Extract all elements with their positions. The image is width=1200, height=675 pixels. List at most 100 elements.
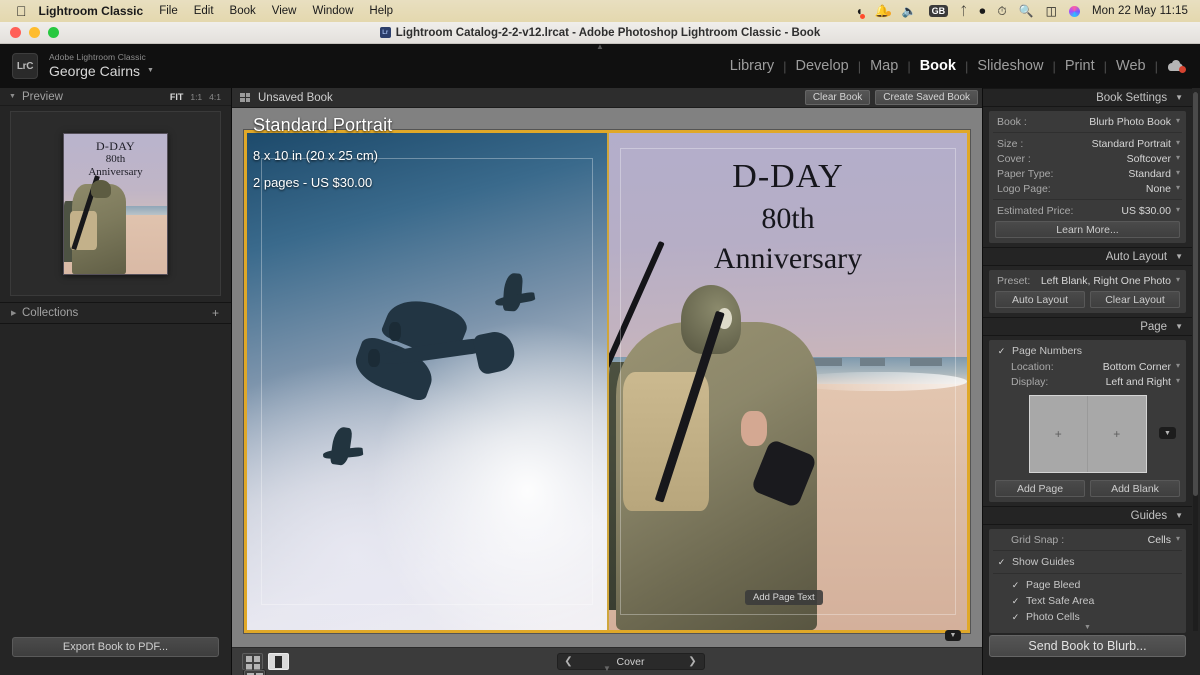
send-book-to-blurb-button[interactable]: Send Book to Blurb... (989, 635, 1186, 657)
auto-layout-preset-row[interactable]: Preset: Left Blank, Right One Photo ▾ (989, 273, 1186, 288)
stepper-icon[interactable]: ▾ (1176, 535, 1180, 544)
page-numbers-checkbox-row[interactable]: ✓ Page Numbers (989, 343, 1186, 359)
menu-help[interactable]: Help (369, 5, 393, 17)
wifi-icon[interactable]: ⏺ (979, 4, 985, 19)
zoom-1to1[interactable]: 1:1 (190, 92, 202, 102)
zoom-fit[interactable]: FIT (170, 92, 184, 102)
single-page-view-icon[interactable] (268, 653, 289, 670)
checkmark-icon[interactable]: ✓ (1011, 596, 1020, 606)
text-safe-area-checkbox-row[interactable]: ✓ Text Safe Area (989, 593, 1186, 609)
book-size-row[interactable]: Size : Standard Portrait ▾ (989, 136, 1186, 151)
page-navigator[interactable]: ❮ Cover ❯ (556, 653, 705, 670)
stepper-icon[interactable]: ▾ (1176, 154, 1180, 163)
menu-window[interactable]: Window (312, 5, 353, 17)
show-guides-checkbox-row[interactable]: ✓ Show Guides (989, 554, 1186, 570)
stepper-icon[interactable]: ▾ (1176, 139, 1180, 148)
spread-view-icon[interactable] (244, 670, 265, 675)
clear-layout-button[interactable]: Clear Layout (1090, 291, 1180, 308)
triangle-right-icon[interactable]: ▶ (11, 309, 16, 317)
module-develop[interactable]: Develop (787, 58, 858, 74)
spread-dropdown-button[interactable]: ▼ (945, 630, 961, 641)
bluetooth-icon[interactable]: ᛏ (960, 4, 967, 18)
triangle-down-icon[interactable]: ▼ (1175, 252, 1183, 261)
add-page-button[interactable]: Add Page (995, 480, 1085, 497)
auto-layout-button[interactable]: Auto Layout (995, 291, 1085, 308)
stepper-icon[interactable]: ▾ (1176, 377, 1180, 386)
menu-bar-clock[interactable]: Mon 22 May 11:15 (1092, 5, 1188, 17)
collections-panel-header[interactable]: ▶ Collections + (0, 302, 231, 324)
triangle-down-icon[interactable]: ▼ (1175, 93, 1183, 102)
stepper-icon[interactable]: ▾ (1176, 117, 1180, 126)
filmstrip-collapse-arrow[interactable]: ▼ (603, 664, 611, 673)
keyboard-layout-icon[interactable]: GB (928, 4, 949, 18)
paper-type-row[interactable]: Paper Type: Standard ▾ (989, 166, 1186, 181)
menu-book[interactable]: Book (230, 5, 256, 17)
menu-view[interactable]: View (272, 5, 297, 17)
stepper-icon[interactable]: ▾ (1176, 362, 1180, 371)
checkmark-icon[interactable]: ✓ (997, 557, 1006, 567)
triangle-down-icon[interactable]: ▼ (1175, 511, 1183, 520)
time-machine-icon[interactable]: ⏱ (997, 4, 1006, 19)
book-cover-row[interactable]: Cover : Softcover ▾ (989, 151, 1186, 166)
zoom-4to1[interactable]: 4:1 (209, 92, 221, 102)
add-blank-button[interactable]: Add Blank (1090, 480, 1180, 497)
estimated-price-row[interactable]: Estimated Price: US $30.00 ▾ (989, 203, 1186, 218)
book-page-left[interactable] (247, 133, 607, 630)
stepper-icon[interactable]: ▾ (1176, 206, 1180, 215)
top-panel-collapse-arrow[interactable]: ▲ (596, 42, 604, 51)
module-web[interactable]: Web (1107, 58, 1155, 74)
page-template-preview[interactable]: + + (1028, 395, 1147, 473)
book-settings-header[interactable]: Book Settings ▼ (983, 88, 1192, 107)
page-template-right-cell[interactable]: + (1088, 396, 1146, 472)
right-panel-scrollbar[interactable] (1193, 92, 1198, 631)
stepper-icon[interactable]: ▾ (1176, 169, 1180, 178)
menu-app-name[interactable]: Lightroom Classic (39, 4, 144, 18)
identity-plate[interactable]: Adobe Lightroom Classic George Cairns ▼ (49, 52, 154, 79)
checkmark-icon[interactable]: ✓ (1011, 580, 1020, 590)
photo-cells-checkbox-row[interactable]: ✓ Photo Cells (989, 609, 1186, 625)
guides-section-header[interactable]: Guides ▼ (983, 506, 1192, 525)
multi-page-view-icon[interactable] (242, 653, 263, 670)
menu-file[interactable]: File (159, 5, 178, 17)
create-saved-book-button[interactable]: Create Saved Book (875, 90, 978, 105)
logo-page-row[interactable]: Logo Page: None ▾ (989, 181, 1186, 196)
plus-icon[interactable]: + (212, 306, 219, 320)
right-panel-scroll-thumb[interactable] (1193, 92, 1198, 497)
book-spread[interactable]: Standard Portrait 8 x 10 in (20 x 25 cm)… (244, 115, 970, 641)
user-name[interactable]: George Cairns ▼ (49, 63, 154, 79)
cover-title-text[interactable]: D-DAY 80th Anniversary (609, 158, 967, 276)
checkmark-icon[interactable]: ✓ (997, 346, 1006, 356)
chevron-down-icon[interactable]: ▼ (147, 67, 154, 75)
add-page-text-button[interactable]: Add Page Text (745, 590, 823, 606)
page-location-row[interactable]: Location: Bottom Corner ▾ (989, 359, 1186, 374)
apple-icon[interactable]:  (16, 4, 27, 18)
module-print[interactable]: Print (1056, 58, 1104, 74)
triangle-down-icon[interactable]: ▼ (1175, 322, 1183, 331)
book-cover-thumbnail[interactable]: D-DAY 80th Anniversary (63, 132, 168, 275)
book-type-row[interactable]: Book : Blurb Photo Book ▾ (989, 114, 1186, 129)
module-map[interactable]: Map (861, 58, 907, 74)
chevron-right-icon[interactable]: ❯ (682, 656, 704, 667)
clear-book-button[interactable]: Clear Book (804, 90, 871, 105)
preview-panel-header[interactable]: ▼ Preview FIT 1:1 4:1 (0, 88, 231, 106)
preview-thumbnail-well[interactable]: D-DAY 80th Anniversary (10, 111, 221, 296)
display-icon[interactable]: ◫ (1046, 4, 1057, 18)
module-slideshow[interactable]: Slideshow (968, 58, 1052, 74)
stepper-icon[interactable]: ▾ (1176, 184, 1180, 193)
stepper-icon[interactable]: ▾ (1176, 276, 1180, 285)
book-page-right[interactable]: D-DAY 80th Anniversary Add Page Text (607, 133, 967, 630)
grid-view-icon[interactable] (240, 93, 250, 102)
auto-layout-header[interactable]: Auto Layout ▼ (983, 247, 1192, 266)
page-template-dropdown-icon[interactable]: ▼ (1159, 427, 1176, 439)
volume-icon[interactable]: 🔈 (902, 4, 917, 18)
screen-record-icon[interactable]: ◖ (855, 4, 865, 19)
spotlight-search-icon[interactable]: 🔍 (1019, 4, 1034, 18)
notification-bell-icon[interactable]: 🔔 (875, 4, 891, 18)
menu-edit[interactable]: Edit (194, 5, 214, 17)
export-book-to-pdf-button[interactable]: Export Book to PDF... (12, 637, 219, 657)
module-library[interactable]: Library (721, 58, 783, 74)
page-display-row[interactable]: Display: Left and Right ▾ (989, 374, 1186, 389)
chevron-left-icon[interactable]: ❮ (558, 656, 580, 667)
module-book[interactable]: Book (911, 58, 965, 74)
checkmark-icon[interactable]: ✓ (1011, 612, 1020, 622)
